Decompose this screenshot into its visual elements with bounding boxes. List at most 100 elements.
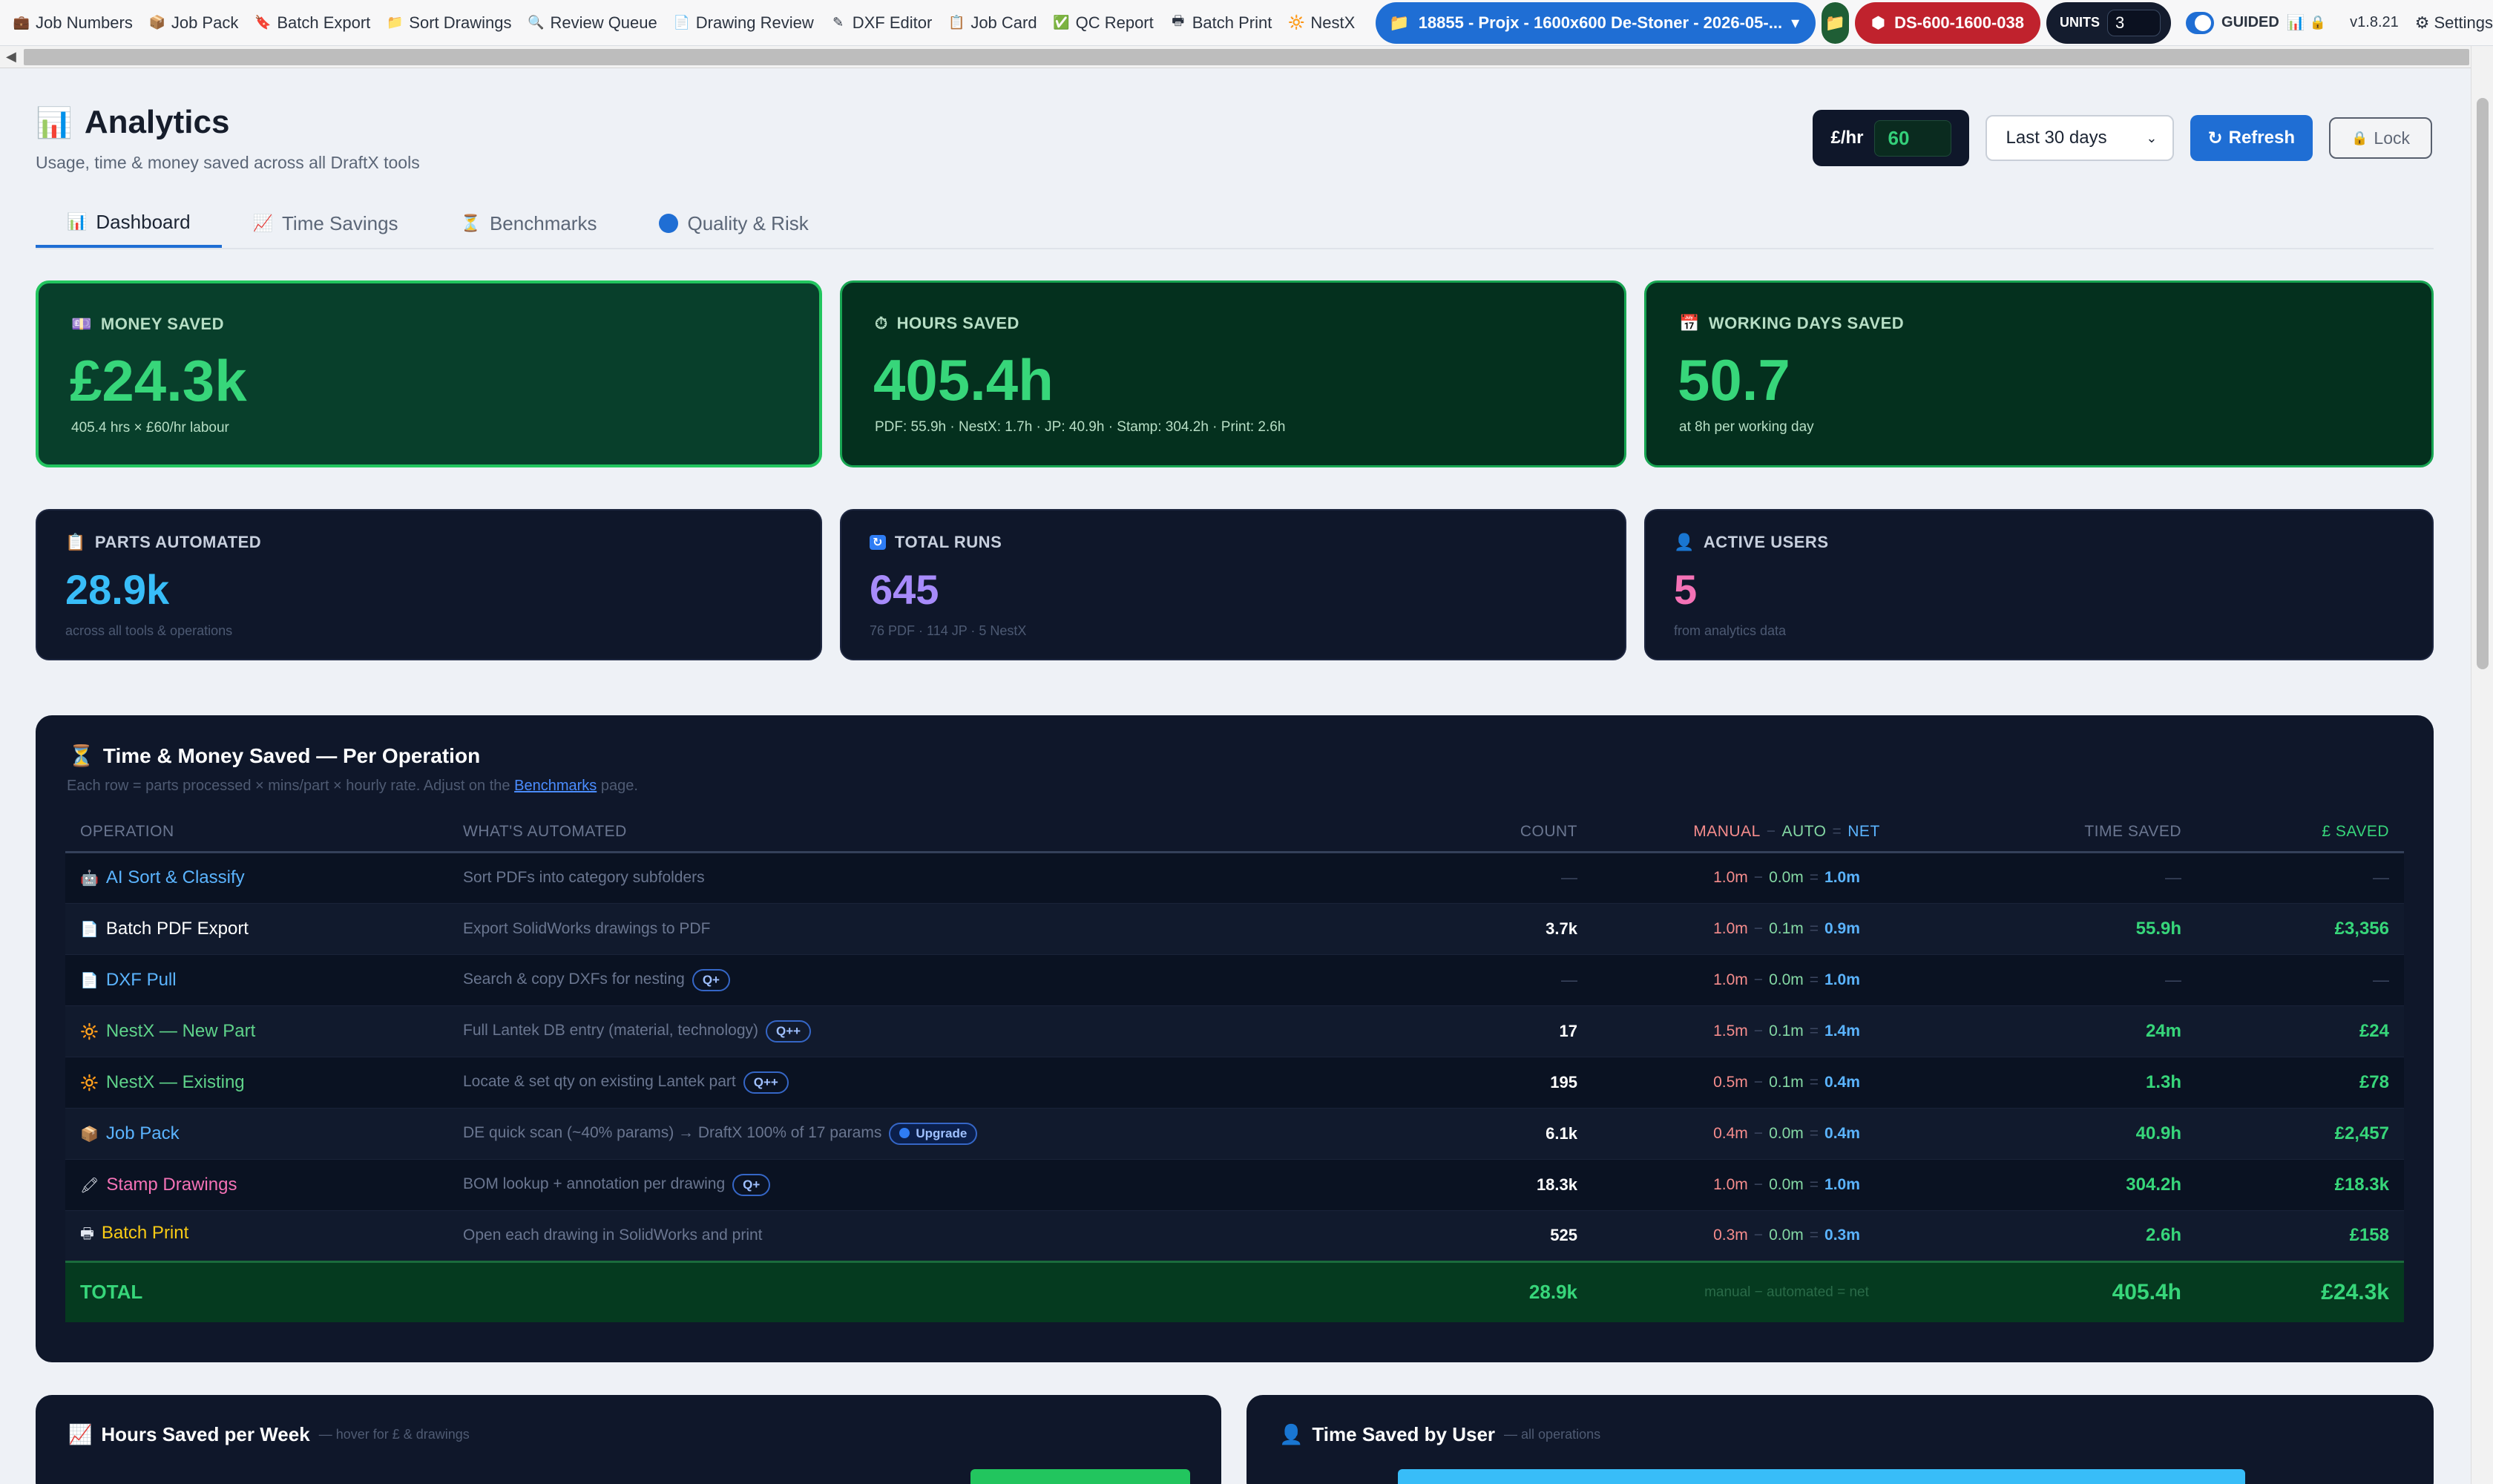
nav-item-nestx[interactable]: 🔆 NestX	[1288, 13, 1355, 33]
nav-item-dxf-editor[interactable]: ✎ DXF Editor	[830, 13, 932, 33]
chevron-down-icon: ▾	[1791, 13, 1800, 32]
open-folder-button[interactable]: 📁	[1822, 1, 1849, 44]
guided-toggle[interactable]	[2185, 11, 2215, 34]
week-bar[interactable]	[970, 1469, 1190, 1484]
nav-item-review-queue[interactable]: 🔍 Review Queue	[528, 13, 657, 33]
rate-input[interactable]: 60	[1873, 119, 1951, 157]
hint-text: Each row = parts processed × mins/part ×…	[67, 778, 510, 794]
quality-badge: Q+	[692, 968, 730, 991]
vertical-scrollbar[interactable]	[2471, 46, 2493, 1484]
active-users-card: 👤 ACTIVE USERS 5 from analytics data	[1644, 509, 2434, 660]
tab-label: Time Savings	[282, 211, 398, 234]
nav-item-qc-report[interactable]: ✅ QC Report	[1053, 13, 1154, 33]
kpi-label: 📅 WORKING DAYS SAVED	[1679, 314, 1904, 333]
nav-item-job-card[interactable]: 📋 Job Card	[948, 13, 1037, 33]
user-bar[interactable]	[1398, 1469, 2245, 1484]
scroll-thumb[interactable]	[24, 49, 2469, 65]
tab-quality-risk[interactable]: Quality & Risk	[628, 199, 839, 248]
sun-icon: 🔆	[1288, 15, 1305, 30]
user-icon: 👤	[1674, 533, 1695, 551]
date-range-select[interactable]: Last 30 days ⌄	[1985, 115, 2174, 161]
table-row[interactable]: 🔆 NestX — New Part Full Lantek DB entry (m…	[65, 1005, 2404, 1057]
table-row[interactable]: 🖍 Stamp Drawings BOM lookup + annotation p…	[65, 1159, 2404, 1211]
operation-cell: 🔆 NestX — New Part	[65, 1005, 448, 1057]
checkbox-icon: ✅	[1053, 15, 1070, 30]
table-row[interactable]: 🖶 Batch Print Open each drawing in SolidWo…	[65, 1210, 2404, 1262]
part-selector[interactable]: ⬢ DS-600-1600-038	[1854, 1, 2040, 44]
nav-item-label: QC Report	[1075, 13, 1154, 32]
operation-name[interactable]: DXF Pull	[106, 970, 177, 990]
operation-name[interactable]: Stamp Drawings	[106, 1175, 237, 1195]
nav-item-batch-export[interactable]: 🔖 Batch Export	[254, 13, 370, 33]
nav-item-batch-print[interactable]: 🖶 Batch Print	[1170, 13, 1272, 33]
money-saved-cell: £24	[2196, 1005, 2404, 1057]
kpi-label: ⏱ HOURS SAVED	[875, 314, 1019, 333]
operation-name[interactable]: Batch Print	[102, 1223, 188, 1243]
date-range-value: Last 30 days	[2006, 128, 2107, 148]
lock-icon[interactable]: 🔒	[2310, 15, 2326, 30]
total-spacer	[448, 1260, 1491, 1322]
time-saved-cell: 2.6h	[1981, 1210, 2196, 1262]
time-saved-cell: 24m	[1981, 1005, 2196, 1057]
kpi-footnote: PDF: 55.9h · NestX: 1.7h · JP: 40.9h · S…	[875, 419, 1286, 435]
briefcase-icon: 💼	[13, 15, 30, 30]
scroll-thumb[interactable]	[2477, 98, 2489, 669]
count-cell: 3.7k	[1491, 903, 1592, 955]
horizontal-scrollbar[interactable]: ◀ ▶	[0, 46, 2493, 68]
line-chart-icon: 📈	[252, 214, 274, 232]
col-what: WHAT'S AUTOMATED	[448, 813, 1491, 853]
time-saved-cell: 1.3h	[1981, 1057, 2196, 1109]
table-row[interactable]: 📄 DXF Pull Search & copy DXFs for nesting Q…	[65, 954, 2404, 1006]
nav-item-label: Job Numbers	[36, 13, 133, 32]
scroll-left-icon[interactable]: ◀	[6, 49, 16, 65]
col-auto: AUTO	[1781, 823, 1827, 841]
operation-name[interactable]: NestX — New Part	[106, 1021, 255, 1041]
operation-name[interactable]: AI Sort & Classify	[106, 867, 245, 887]
folder-icon: 📁	[387, 15, 404, 30]
time-saved-cell: —	[1981, 852, 2196, 904]
total-count: 28.9k	[1491, 1260, 1592, 1322]
table-row[interactable]: 📦 Job Pack DE quick scan (~40% params) → D…	[65, 1108, 2404, 1160]
circle-icon	[659, 214, 679, 233]
net-minutes: 0.4m	[1824, 1073, 1860, 1091]
chart-icon[interactable]: 📊	[2287, 13, 2305, 32]
tab-time-savings[interactable]: 📈 Time Savings	[222, 199, 430, 248]
chart-icon: 📈	[68, 1423, 93, 1445]
lock-button[interactable]: 🔒 Lock	[2328, 117, 2432, 159]
automated-description: Open each drawing in SolidWorks and prin…	[448, 1210, 1491, 1262]
units-input[interactable]	[2106, 9, 2161, 36]
project-selector[interactable]: 📁 18855 - Projx - 1600x600 De-Stoner - 2…	[1376, 1, 1816, 44]
table-row[interactable]: 🤖 AI Sort & Classify Sort PDFs into catego…	[65, 852, 2404, 904]
settings-button[interactable]: ⚙ Settings	[2415, 13, 2493, 33]
nav-item-drawing-review[interactable]: 📄 Drawing Review	[674, 13, 814, 33]
page-subtitle: Usage, time & money saved across all Dra…	[36, 153, 420, 172]
tab-benchmarks[interactable]: ⏳ Benchmarks	[430, 199, 628, 248]
kpi-label: 💷 MONEY SAVED	[71, 315, 224, 334]
quality-badge: Q++	[766, 1020, 812, 1043]
benchmarks-link[interactable]: Benchmarks	[514, 778, 597, 794]
hours-per-week-panel: 📈 Hours Saved per Week — hover for £ & dra…	[36, 1395, 1221, 1484]
rate-label: £/hr	[1830, 128, 1864, 148]
operations-panel: ⏳ Time & Money Saved — Per Operation Each…	[36, 715, 2434, 1362]
header-controls: £/hr 60 Last 30 days ⌄ ↻ Refresh 🔒 Lock	[1813, 110, 2432, 166]
table-row[interactable]: 📄 Batch PDF Export Export SolidWorks drawi…	[65, 903, 2404, 955]
nav-item-job-numbers[interactable]: 💼 Job Numbers	[13, 13, 133, 33]
count-cell: 6.1k	[1491, 1108, 1592, 1160]
net-minutes: 0.4m	[1824, 1124, 1860, 1142]
operation-name[interactable]: NestX — Existing	[106, 1072, 245, 1092]
total-label: TOTAL	[65, 1260, 448, 1322]
money-saved-cell: £78	[2196, 1057, 2404, 1109]
nav-item-job-pack[interactable]: 📦 Job Pack	[149, 13, 239, 33]
nav-item-sort-drawings[interactable]: 📁 Sort Drawings	[387, 13, 511, 33]
auto-minutes: 0.1m	[1769, 1022, 1804, 1040]
kpi-label-text: PARTS AUTOMATED	[94, 533, 262, 551]
panel-hint: Each row = parts processed × mins/part ×…	[67, 778, 638, 795]
nav-item-label: Drawing Review	[695, 13, 814, 32]
upgrade-badge[interactable]: Upgrade	[889, 1122, 978, 1145]
operation-name[interactable]: Batch PDF Export	[106, 919, 249, 939]
operation-name[interactable]: Job Pack	[106, 1123, 180, 1143]
tab-dashboard[interactable]: 📊 Dashboard	[36, 199, 222, 248]
nav-item-label: Batch Print	[1192, 13, 1272, 32]
table-row[interactable]: 🔆 NestX — Existing Locate & set qty on exi…	[65, 1057, 2404, 1109]
refresh-button[interactable]: ↻ Refresh	[2190, 115, 2313, 161]
